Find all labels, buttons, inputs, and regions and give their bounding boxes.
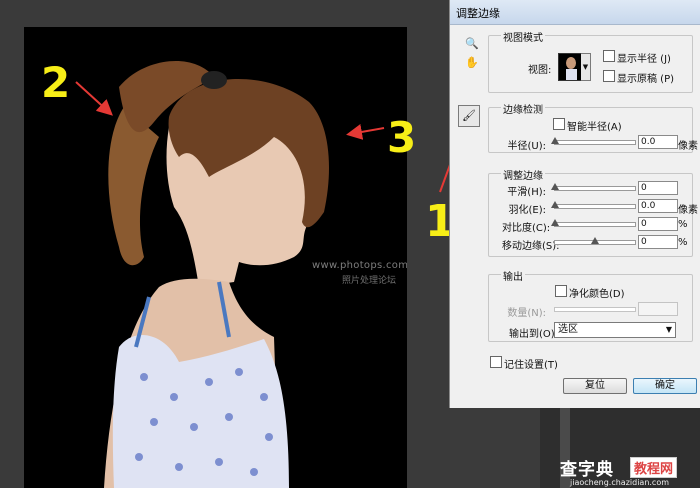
smart-radius-checkbox[interactable] <box>553 118 565 130</box>
site-name: 查字典 <box>560 460 614 480</box>
decontaminate-label: 净化颜色(D) <box>569 289 625 300</box>
ok-button[interactable]: 确定 <box>633 378 697 394</box>
remember-settings-checkbox[interactable] <box>490 356 502 368</box>
view-dropdown-arrow-icon[interactable]: ▼ <box>581 53 591 81</box>
shift-edge-label: 移动边缘(S): <box>502 241 560 252</box>
radius-input[interactable]: 0.0 <box>638 135 678 149</box>
radius-unit: 像素 <box>678 141 698 152</box>
view-thumbnail[interactable] <box>558 53 582 81</box>
contrast-unit: % <box>678 219 688 230</box>
amount-label: 数量(N): <box>507 308 546 319</box>
show-original-checkbox[interactable] <box>603 70 615 82</box>
feather-slider[interactable] <box>551 201 636 209</box>
smooth-label: 平滑(H): <box>507 187 546 198</box>
feather-unit: 像素 <box>678 205 698 216</box>
dialog-titlebar[interactable]: 调整边缘 <box>450 0 700 25</box>
amount-input[interactable] <box>638 302 678 316</box>
show-original-label: 显示原稿 (P) <box>617 74 675 85</box>
output-to-value: 选区 <box>558 324 578 335</box>
show-radius-label: 显示半径 (J) <box>617 54 671 65</box>
radius-slider-thumb[interactable] <box>551 137 559 144</box>
edge-detection-title: 边缘检测 <box>501 101 545 116</box>
smooth-slider[interactable] <box>551 183 636 191</box>
reset-button[interactable]: 复位 <box>563 378 627 394</box>
refine-edge-dialog: 调整边缘 🔍 ✋ 🖌 视图模式 视图: ▼ 显示半径 (J) 显示原稿 (P) … <box>449 0 700 408</box>
annotation-number-3: 3 <box>387 113 417 162</box>
shift-edge-slider-thumb[interactable] <box>591 237 599 244</box>
feather-slider-thumb[interactable] <box>551 201 559 208</box>
site-watermark: 查字典 教程网 jiaocheng.chazidian.com <box>560 455 700 488</box>
output-title: 输出 <box>501 268 525 283</box>
chevron-down-icon: ▼ <box>665 325 672 334</box>
view-mode-title: 视图模式 <box>501 29 545 44</box>
dialog-title: 调整边缘 <box>456 7 500 20</box>
feather-input[interactable]: 0.0 <box>638 199 678 213</box>
image-canvas[interactable]: www.photops.com 照片处理论坛 <box>24 27 407 488</box>
decontaminate-checkbox[interactable] <box>555 285 567 297</box>
output-to-label: 输出到(O): <box>509 329 559 340</box>
contrast-slider-thumb[interactable] <box>551 219 559 226</box>
watermark-url: www.photops.com <box>312 260 407 271</box>
smart-radius-label: 智能半径(A) <box>567 122 622 133</box>
annotation-number-2: 2 <box>41 58 71 107</box>
smooth-input[interactable]: 0 <box>638 181 678 195</box>
amount-slider[interactable] <box>554 307 636 312</box>
view-label: 视图: <box>528 65 552 76</box>
smooth-slider-thumb[interactable] <box>551 183 559 190</box>
contrast-input[interactable]: 0 <box>638 217 678 231</box>
radius-label: 半径(U): <box>507 141 547 152</box>
show-radius-checkbox[interactable] <box>603 50 615 62</box>
watermark-text: 照片处理论坛 <box>342 276 397 286</box>
contrast-label: 对比度(C): <box>502 223 551 234</box>
radius-slider[interactable] <box>551 137 636 145</box>
output-to-select[interactable]: 选区 ▼ <box>554 322 676 338</box>
site-badge: 教程网 <box>630 457 678 478</box>
shift-edge-unit: % <box>678 237 688 248</box>
refine-radius-brush-icon[interactable]: 🖌 <box>458 105 480 127</box>
photo-illustration <box>104 60 329 488</box>
shift-edge-input[interactable]: 0 <box>638 235 678 249</box>
adjust-edge-title: 调整边缘 <box>501 167 545 182</box>
remember-settings-label: 记住设置(T) <box>504 360 558 371</box>
feather-label: 羽化(E): <box>508 205 547 216</box>
hand-tool-icon[interactable]: ✋ <box>465 56 479 70</box>
contrast-slider[interactable] <box>551 219 636 227</box>
shift-edge-slider[interactable] <box>554 237 636 245</box>
zoom-tool-icon[interactable]: 🔍 <box>465 37 479 51</box>
site-url: jiaocheng.chazidian.com <box>570 478 670 487</box>
